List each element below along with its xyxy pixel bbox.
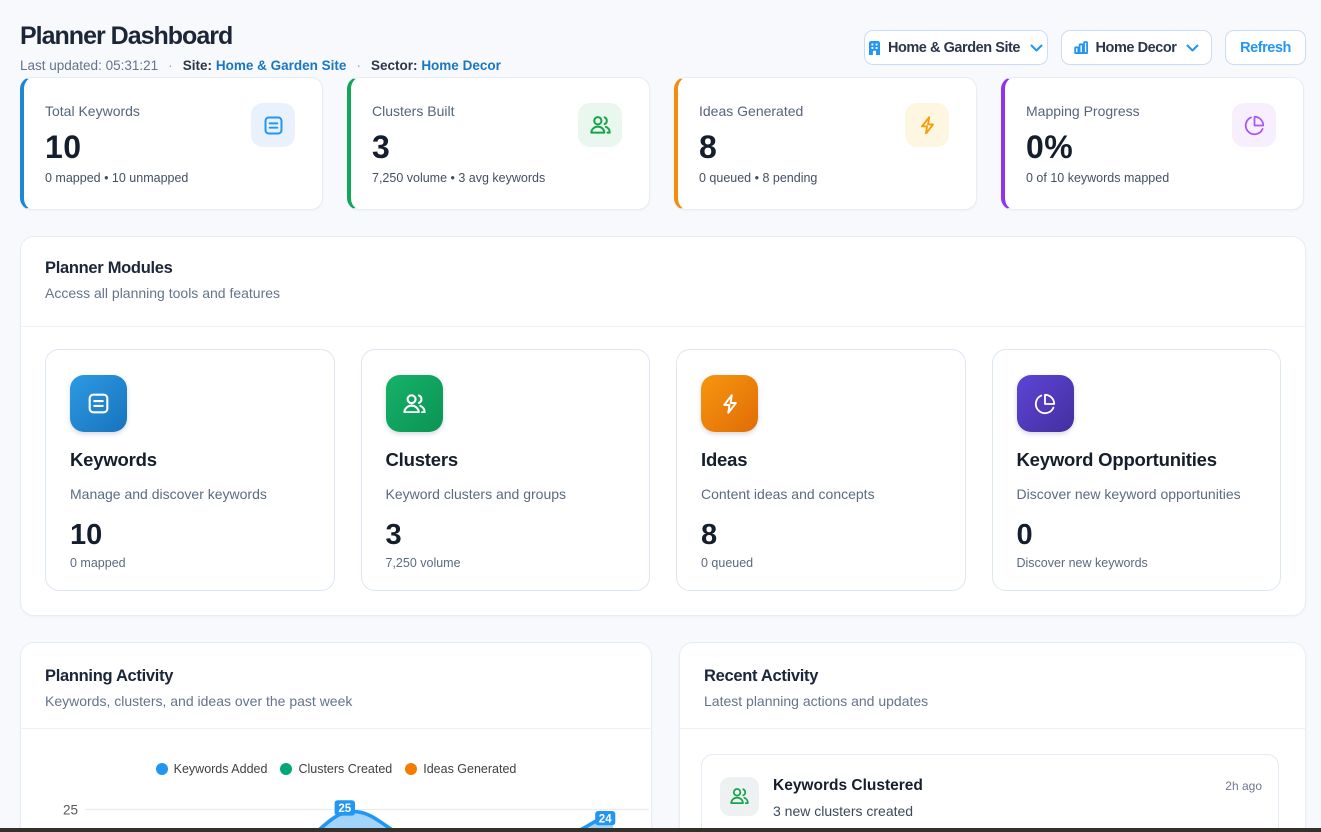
svg-text:25: 25: [338, 803, 351, 815]
svg-text:25: 25: [63, 803, 78, 818]
svg-text:24: 24: [599, 813, 612, 825]
